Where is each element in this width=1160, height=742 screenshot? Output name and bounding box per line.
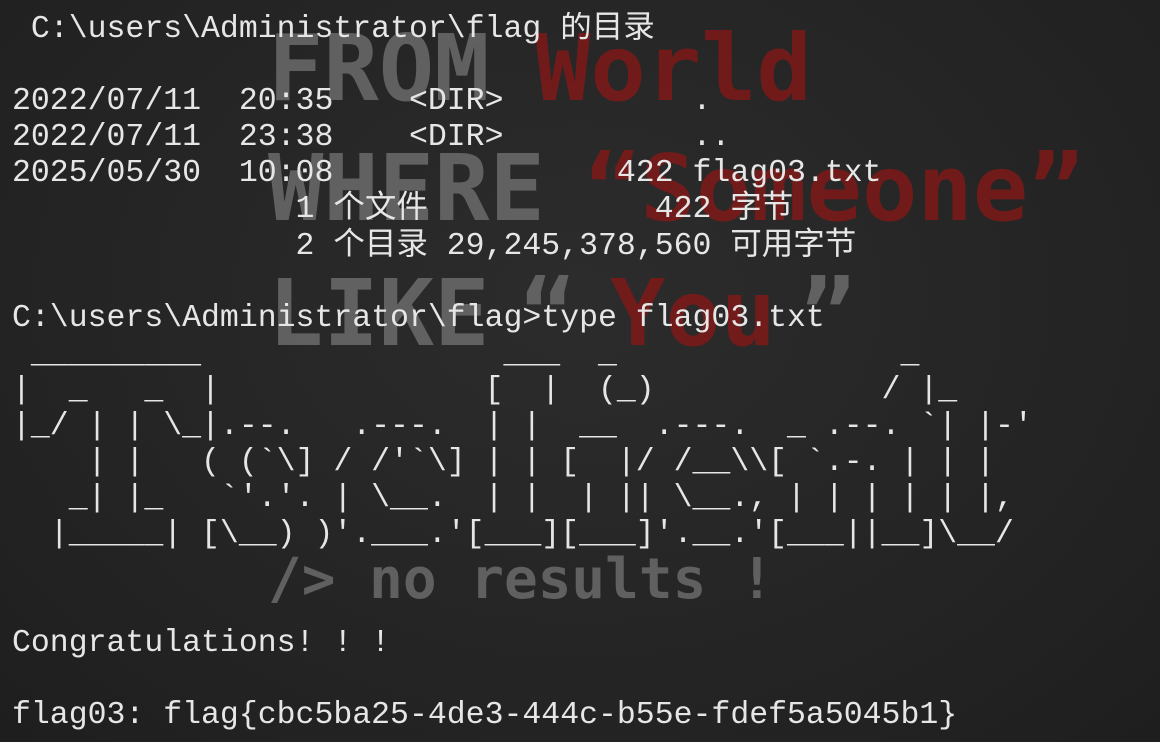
console-output[interactable]: C:\users\Administrator\flag 的目录 2022/07/1… — [12, 12, 1152, 736]
console-line: C:\users\Administrator\flag>type flag03.… — [12, 300, 825, 336]
console-line: | _ _ | [ | (_) / |_ — [12, 372, 958, 408]
console-line: |_____| [\__) )'.___.'[___][___]'.__.'[_… — [12, 517, 1014, 553]
console-line: Congratulations! ! ! — [12, 625, 391, 661]
console-line: flag03: flag{cbc5ba25-4de3-444c-b55e-fde… — [12, 697, 958, 733]
console-line: 2025/05/30 10:08 422 flag03.txt — [12, 156, 882, 192]
console-line: _| |_ `'.'. | \__. | | | || \__., | | | … — [12, 481, 1014, 517]
console-line: |_/ | | \_|.--. .---. | | __ .---. _ .--… — [12, 409, 1033, 445]
console-line: 2022/07/11 23:38 <DIR> .. — [12, 120, 731, 156]
console-line: 2022/07/11 20:35 <DIR> . — [12, 84, 712, 120]
console-line: 2 个目录 29,245,378,560 可用字节 — [12, 228, 857, 264]
console-line: 1 个文件 422 字节 — [12, 192, 794, 228]
console-line: | | ( (`\] / /'`\] | | [ |/ /__\\[ `.-. … — [12, 445, 995, 481]
console-line: C:\users\Administrator\flag 的目录 — [12, 12, 655, 47]
console-line: _________ ___ _ _ — [12, 336, 920, 372]
terminal-window[interactable]: FROM World WHERE “Someone” LIKE “ You ” … — [0, 0, 1160, 742]
